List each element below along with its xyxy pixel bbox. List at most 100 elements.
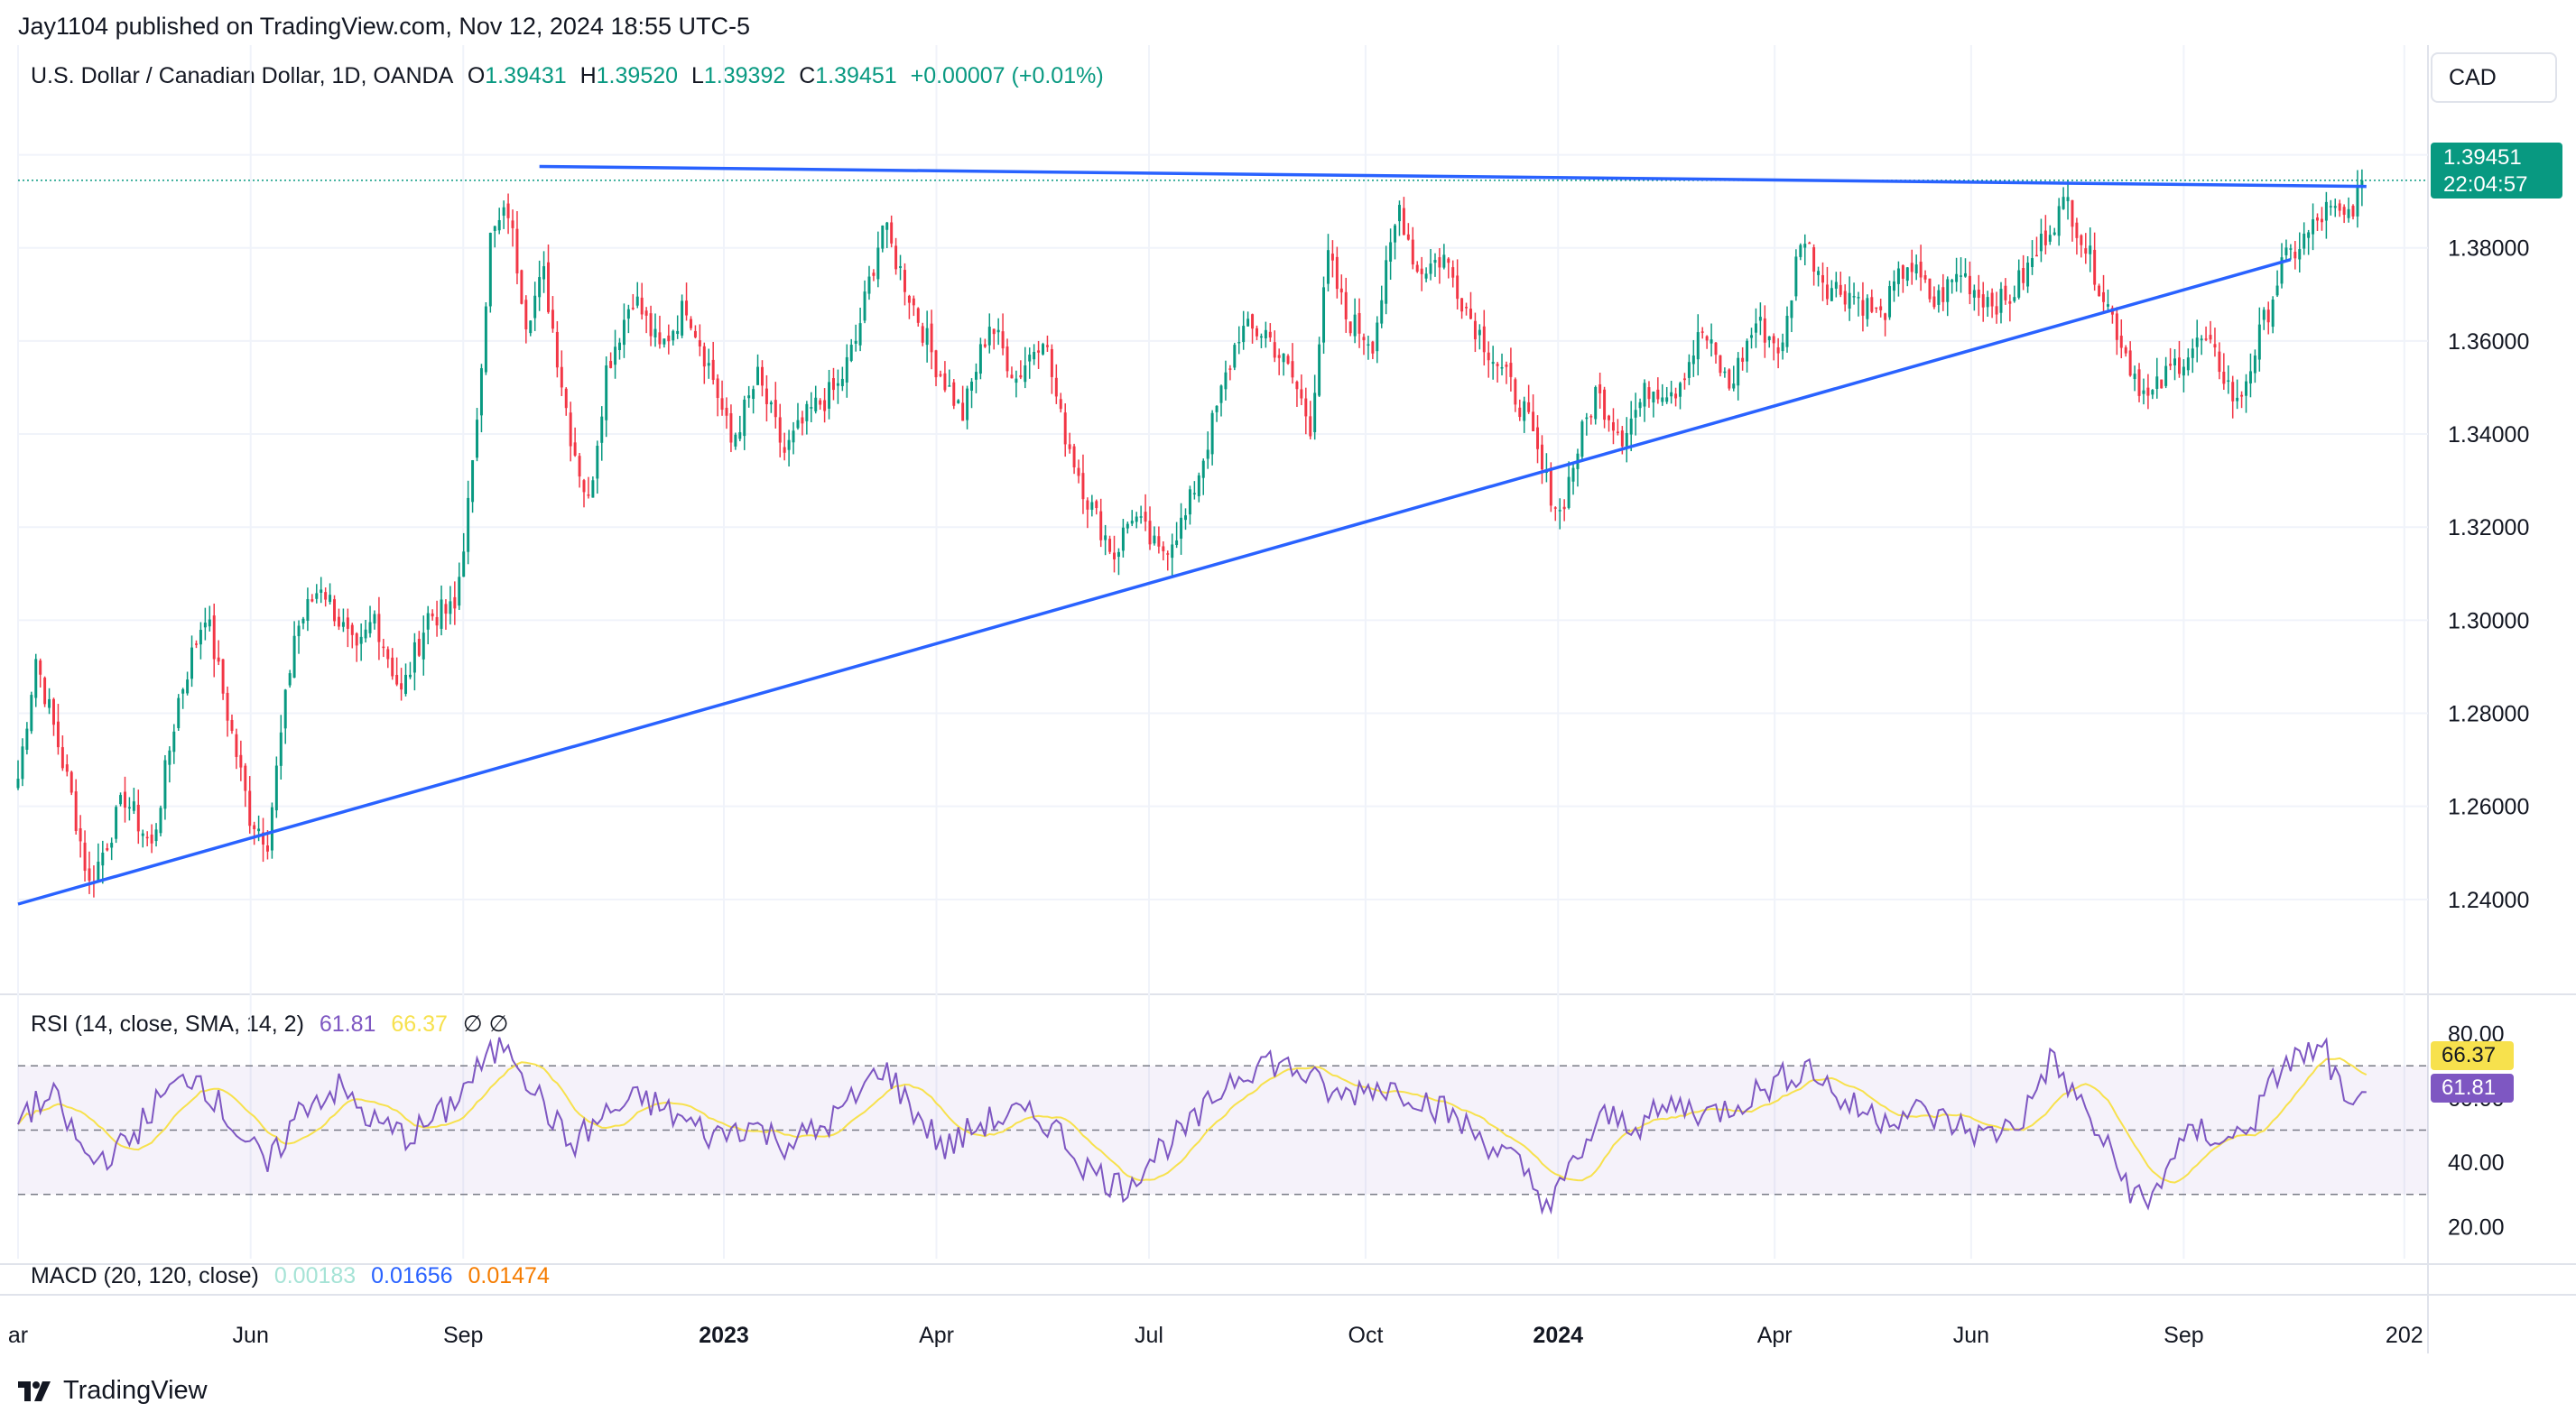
candle-body bbox=[1068, 444, 1071, 449]
candle-body bbox=[515, 228, 519, 274]
candle-body bbox=[2084, 248, 2088, 254]
candle-body bbox=[2209, 335, 2212, 340]
time-tick-label: Oct bbox=[1348, 1323, 1384, 1348]
candle-body bbox=[720, 398, 724, 411]
candle-body bbox=[1946, 279, 1950, 302]
candle-body bbox=[1148, 521, 1152, 545]
candle-body bbox=[1256, 328, 1258, 337]
candle-body bbox=[88, 868, 91, 882]
candle-body bbox=[2257, 324, 2261, 360]
candle-body bbox=[1737, 357, 1740, 386]
candle-body bbox=[609, 361, 613, 368]
candle-body bbox=[2191, 348, 2194, 358]
candle-body bbox=[1348, 321, 1352, 334]
candle-body bbox=[1527, 402, 1531, 412]
candle-body bbox=[346, 617, 349, 629]
candle-body bbox=[805, 403, 809, 421]
candle-body bbox=[1634, 410, 1637, 418]
candle-body bbox=[2236, 397, 2239, 402]
candle-body bbox=[2186, 357, 2190, 371]
candle-body bbox=[426, 613, 430, 630]
candle-body bbox=[115, 807, 118, 839]
candle-body bbox=[2048, 235, 2052, 242]
candle-body bbox=[1767, 336, 1771, 341]
candle-body bbox=[333, 599, 337, 622]
candle-body bbox=[966, 388, 969, 420]
candle-body bbox=[1879, 306, 1883, 310]
candle-body bbox=[417, 639, 421, 656]
candle-body bbox=[1687, 362, 1691, 378]
candle-body bbox=[626, 309, 630, 319]
candle-body bbox=[1487, 352, 1490, 361]
candle-body bbox=[274, 765, 278, 811]
candle-body bbox=[2160, 379, 2164, 389]
candle-body bbox=[2102, 291, 2106, 302]
candle-body bbox=[1491, 362, 1495, 365]
candle-body bbox=[355, 633, 358, 646]
candle-body bbox=[578, 456, 581, 477]
candle-body bbox=[1834, 282, 1838, 289]
candle-body bbox=[1616, 431, 1619, 433]
candle-body bbox=[1500, 367, 1504, 369]
candle-body bbox=[217, 657, 220, 662]
candle-body bbox=[635, 296, 639, 306]
candle-body bbox=[1532, 411, 1535, 432]
candle-body bbox=[373, 614, 376, 624]
candle-body bbox=[1674, 393, 1678, 399]
candle-body bbox=[132, 801, 135, 811]
candle-body bbox=[1638, 402, 1642, 409]
candle-body bbox=[203, 623, 207, 628]
time-tick-label: Jun bbox=[1953, 1323, 1989, 1348]
candle-body bbox=[2151, 390, 2154, 395]
candle-body bbox=[1385, 260, 1388, 304]
candle-body bbox=[756, 366, 760, 385]
candle-body bbox=[244, 765, 247, 791]
candle-body bbox=[863, 291, 866, 321]
price-tick-label: 1.24000 bbox=[2448, 888, 2529, 913]
candle-body bbox=[337, 616, 340, 627]
candle-body bbox=[488, 233, 492, 307]
candle-body bbox=[1327, 250, 1330, 284]
candle-body bbox=[2356, 187, 2359, 217]
candle-body bbox=[2164, 365, 2168, 386]
candle-body bbox=[2227, 380, 2230, 383]
candle-body bbox=[1603, 389, 1607, 420]
candle-body bbox=[761, 366, 764, 386]
candle-body bbox=[685, 300, 689, 316]
candle-body bbox=[1264, 329, 1267, 338]
candle-body bbox=[1585, 417, 1589, 420]
candle-body bbox=[1050, 348, 1053, 377]
price-chart[interactable]: 1.400001.380001.360001.340001.320001.300… bbox=[0, 0, 2576, 1422]
candle-body bbox=[2222, 371, 2226, 384]
candle-body bbox=[1875, 307, 1878, 309]
candle-body bbox=[1670, 392, 1673, 397]
candle-body bbox=[996, 329, 1000, 333]
candle-body bbox=[2182, 366, 2185, 376]
candle-body bbox=[1955, 273, 1959, 282]
candle-body bbox=[1197, 475, 1200, 496]
candle-body bbox=[1652, 392, 1655, 403]
candle-body bbox=[1406, 234, 1410, 240]
candle-body bbox=[894, 245, 898, 270]
candle-body bbox=[1910, 263, 1913, 272]
candle-body bbox=[221, 659, 225, 694]
candle-body bbox=[1598, 383, 1602, 393]
candle-body bbox=[1505, 365, 1508, 367]
candle-body bbox=[1857, 297, 1860, 299]
candle-body bbox=[283, 689, 287, 729]
candle-body bbox=[1309, 416, 1312, 437]
candle-body bbox=[2093, 249, 2097, 285]
candle-body bbox=[1353, 314, 1357, 337]
candle-body bbox=[106, 848, 109, 851]
candle-body bbox=[551, 309, 554, 329]
candle-body bbox=[2177, 357, 2181, 374]
candle-body bbox=[1679, 383, 1682, 397]
candle-body bbox=[783, 447, 786, 453]
tradingview-logo[interactable]: TradingView bbox=[18, 1376, 208, 1406]
candle-body bbox=[1861, 300, 1865, 316]
candle-body bbox=[729, 413, 733, 443]
candle-body bbox=[497, 219, 501, 231]
trendlines bbox=[17, 164, 2428, 906]
candle-body bbox=[1848, 292, 1851, 309]
candle-body bbox=[1180, 517, 1183, 539]
